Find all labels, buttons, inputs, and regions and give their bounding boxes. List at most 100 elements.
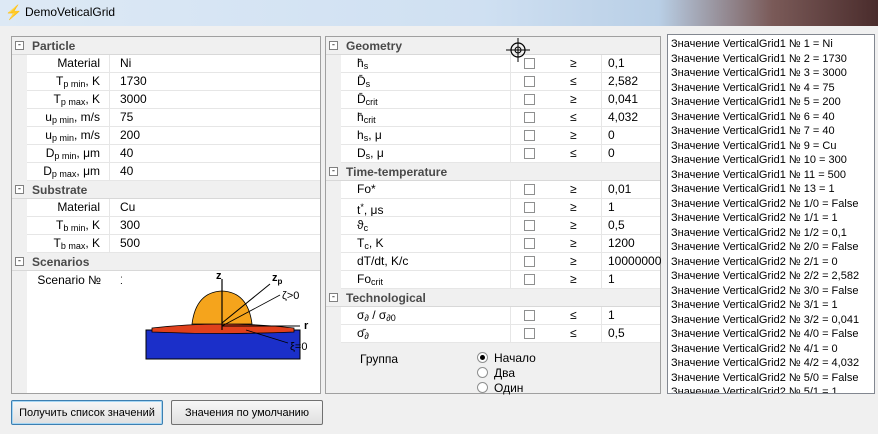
list-item[interactable]: Значение VerticalGrid1 № 5 = 200 (671, 95, 874, 110)
condition-operator[interactable]: ≥ (570, 199, 577, 216)
collapse-icon[interactable]: - (15, 185, 24, 194)
list-item[interactable]: Значение VerticalGrid2 № 5/0 = False (671, 371, 874, 386)
property-value[interactable]: Cu (120, 199, 135, 216)
list-item[interactable]: Значение VerticalGrid2 № 3/2 = 0,041 (671, 313, 874, 328)
condition-row[interactable]: σ̄∂ ≤0,5 (341, 325, 660, 343)
property-row[interactable]: up min, m/s 200 (27, 127, 320, 145)
values-listbox[interactable]: Значение VerticalGrid1 № 1 = Ni Значение … (667, 34, 875, 394)
list-item[interactable]: Значение VerticalGrid2 № 4/1 = 0 (671, 342, 874, 357)
condition-row[interactable]: dT/dt, K/c ≥10000000 (341, 253, 661, 271)
condition-row[interactable]: Focrit ≥1 (341, 271, 660, 289)
property-row[interactable]: Tb max, K 500 (27, 235, 320, 253)
condition-checkbox[interactable] (524, 202, 535, 213)
condition-value[interactable]: 10000000 (608, 253, 661, 270)
condition-value[interactable]: 2,582 (608, 73, 638, 90)
condition-operator[interactable]: ≥ (570, 217, 577, 234)
list-item[interactable]: Значение VerticalGrid2 № 4/0 = False (671, 327, 874, 342)
condition-checkbox[interactable] (524, 112, 535, 123)
condition-operator[interactable]: ≥ (570, 253, 577, 270)
vertical-grid-1[interactable]: - Particle Material Ni Tp min, K 1730 Tp max, … (11, 36, 321, 394)
condition-checkbox[interactable] (524, 256, 535, 267)
condition-checkbox[interactable] (524, 130, 535, 141)
collapse-icon[interactable]: - (329, 41, 338, 50)
category-technological[interactable]: - Technological (326, 289, 660, 307)
list-item[interactable]: Значение VerticalGrid2 № 2/2 = 2,582 (671, 269, 874, 284)
list-item[interactable]: Значение VerticalGrid2 № 2/1 = 0 (671, 255, 874, 270)
condition-operator[interactable]: ≥ (570, 235, 577, 252)
collapse-icon[interactable]: - (15, 41, 24, 50)
list-item[interactable]: Значение VerticalGrid1 № 11 = 500 (671, 168, 874, 183)
condition-operator[interactable]: ≥ (570, 127, 577, 144)
condition-row[interactable]: D̄s ≤2,582 (341, 73, 660, 91)
condition-row[interactable]: h̄crit ≤4,032 (341, 109, 660, 127)
condition-operator[interactable]: ≤ (570, 307, 577, 324)
property-value[interactable]: Ni (120, 55, 131, 72)
condition-value[interactable]: 0,1 (608, 55, 625, 72)
scenario-row[interactable]: Scenario № 1 z zp ζ>0 r ξ=0 (27, 271, 320, 375)
condition-row[interactable]: Fo* ≥0,01 (341, 181, 660, 199)
category-substrate[interactable]: - Substrate (12, 181, 320, 199)
property-row[interactable]: Dp max, μm 40 (27, 163, 320, 181)
list-item[interactable]: Значение VerticalGrid2 № 5/1 = 1 (671, 385, 874, 393)
property-value[interactable]: 3000 (120, 91, 147, 108)
category-geometry[interactable]: - Geometry (326, 37, 660, 55)
condition-checkbox[interactable] (524, 184, 535, 195)
radio-icon[interactable] (477, 352, 488, 363)
collapse-icon[interactable]: - (15, 257, 24, 266)
condition-operator[interactable]: ≥ (570, 271, 577, 288)
condition-value[interactable]: 0,5 (608, 217, 625, 234)
list-item[interactable]: Значение VerticalGrid2 № 3/0 = False (671, 284, 874, 299)
list-item[interactable]: Значение VerticalGrid2 № 1/0 = False (671, 197, 874, 212)
property-row[interactable]: up min, m/s 75 (27, 109, 320, 127)
property-row[interactable]: Material Ni (27, 55, 320, 73)
list-item[interactable]: Значение VerticalGrid2 № 4/2 = 4,032 (671, 356, 874, 371)
condition-value[interactable]: 0 (608, 127, 615, 144)
defaults-button[interactable]: Значения по умолчанию (171, 400, 323, 425)
condition-row[interactable]: Ds, μ ≤0 (341, 145, 660, 163)
property-value[interactable]: 1730 (120, 73, 147, 90)
condition-row[interactable]: σ∂ / σ∂0 ≤1 (341, 307, 660, 325)
condition-operator[interactable]: ≥ (570, 55, 577, 72)
property-value[interactable]: 40 (120, 145, 133, 162)
condition-value[interactable]: 1200 (608, 235, 635, 252)
condition-checkbox[interactable] (524, 148, 535, 159)
condition-value[interactable]: 1 (608, 271, 615, 288)
condition-row[interactable]: h̄s ≥0,1 (341, 55, 660, 73)
condition-value[interactable]: 4,032 (608, 109, 638, 126)
condition-row[interactable]: ϑc ≥0,5 (341, 217, 660, 235)
category-time-temperature[interactable]: - Time-temperature (326, 163, 660, 181)
collapse-icon[interactable]: - (329, 167, 338, 176)
list-item[interactable]: Значение VerticalGrid1 № 13 = 1 (671, 182, 874, 197)
vertical-grid-2[interactable]: Группа Начало Два Один - Geometry h̄s ≥0,1 D̄s… (325, 36, 661, 395)
title-bar[interactable]: ⚡ DemoVeticalGrid (0, 0, 878, 26)
property-row[interactable]: Tp max, K 3000 (27, 91, 320, 109)
condition-value[interactable]: 0,5 (608, 325, 625, 342)
property-value[interactable]: 500 (120, 235, 140, 252)
radio-icon[interactable] (477, 367, 488, 378)
list-item[interactable]: Значение VerticalGrid2 № 1/2 = 0,1 (671, 226, 874, 241)
property-value[interactable]: 300 (120, 217, 140, 234)
list-item[interactable]: Значение VerticalGrid1 № 10 = 300 (671, 153, 874, 168)
property-row[interactable]: Dp min, μm 40 (27, 145, 320, 163)
list-item[interactable]: Значение VerticalGrid2 № 1/1 = 1 (671, 211, 874, 226)
condition-row[interactable]: t*, μs ≥1 (341, 199, 660, 217)
condition-checkbox[interactable] (524, 238, 535, 249)
condition-operator[interactable]: ≤ (570, 145, 577, 162)
condition-operator[interactable]: ≥ (570, 181, 577, 198)
condition-checkbox[interactable] (524, 220, 535, 231)
condition-value[interactable]: 1 (608, 199, 615, 216)
list-item[interactable]: Значение VerticalGrid2 № 2/0 = False (671, 240, 874, 255)
category-particle[interactable]: - Particle (12, 37, 320, 55)
property-row[interactable]: Tp min, K 1730 (27, 73, 320, 91)
condition-row[interactable]: D̄crit ≥0,041 (341, 91, 660, 109)
property-row[interactable]: Material Cu (27, 199, 320, 217)
list-item[interactable]: Значение VerticalGrid1 № 7 = 40 (671, 124, 874, 139)
condition-checkbox[interactable] (524, 310, 535, 321)
list-item[interactable]: Значение VerticalGrid1 № 1 = Ni (671, 37, 874, 52)
condition-operator[interactable]: ≤ (570, 109, 577, 126)
list-item[interactable]: Значение VerticalGrid2 № 3/1 = 1 (671, 298, 874, 313)
property-value[interactable]: 40 (120, 163, 133, 180)
property-value[interactable]: 200 (120, 127, 140, 144)
collapse-icon[interactable]: - (329, 293, 338, 302)
condition-operator[interactable]: ≤ (570, 73, 577, 90)
